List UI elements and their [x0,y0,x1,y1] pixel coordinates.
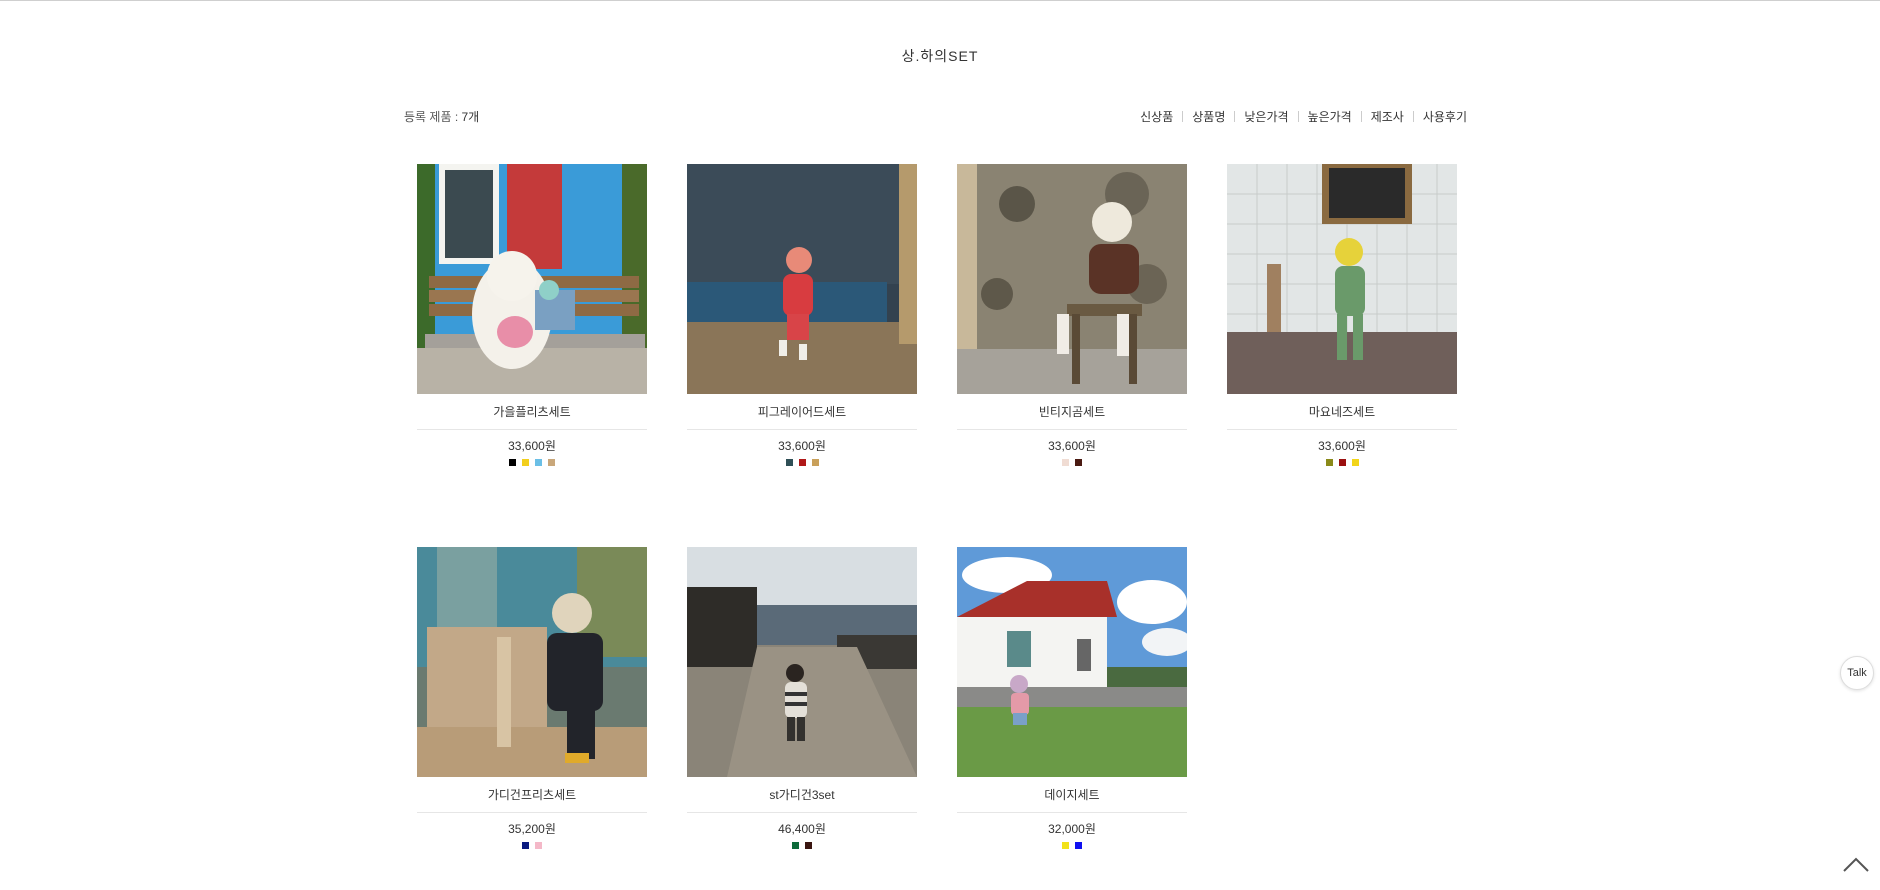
product-card[interactable]: st가디건3set 46,400원 [687,547,917,849]
product-image[interactable] [957,164,1187,394]
product-price: 35,200원 [508,822,556,836]
color-swatch [509,459,516,466]
product-price: 33,600원 [1318,439,1366,453]
sort-divider [1297,111,1299,122]
color-swatches [687,459,917,466]
color-swatch [535,459,542,466]
product-divider [417,429,647,430]
color-swatch [785,459,793,466]
color-swatch [535,842,542,849]
product-card[interactable]: 빈티지곰세트 33,600원 [957,164,1187,466]
sort-options: 신상품 상품명 낮은가격 높은가격 제조사 사용후기 [1140,108,1467,125]
product-card[interactable]: 피그레이어드세트 33,600원 [687,164,917,466]
talk-chat-button[interactable]: Talk [1840,656,1874,690]
product-price: 33,600원 [508,439,556,453]
product-card[interactable]: 마요네즈세트 33,600원 [1227,164,1457,466]
product-name[interactable]: 피그레이어드세트 [687,404,917,420]
sort-divider [1360,111,1362,122]
color-swatches [1227,459,1457,466]
product-count-label: 등록 제품 : [404,110,462,124]
product-image[interactable] [687,164,917,394]
product-divider [957,812,1187,813]
color-swatches [417,459,647,466]
product-price: 33,600원 [1048,439,1096,453]
sort-divider [1234,111,1236,122]
color-swatch [805,842,812,849]
product-divider [417,812,647,813]
product-image[interactable] [1227,164,1457,394]
sort-maker[interactable]: 제조사 [1371,108,1404,125]
product-name[interactable]: 빈티지곰세트 [957,404,1187,420]
color-swatch [1338,459,1346,466]
color-swatch [522,459,529,466]
color-swatch [798,459,806,466]
color-swatch [792,842,799,849]
sort-new[interactable]: 신상품 [1140,108,1173,125]
top-border [0,0,1880,1]
sort-high-price[interactable]: 높은가격 [1308,108,1352,125]
product-image[interactable] [687,547,917,777]
color-swatch [1062,459,1069,466]
product-name[interactable]: 데이지세트 [957,787,1187,803]
product-card[interactable]: 데이지세트 32,000원 [957,547,1187,849]
color-swatch [1325,459,1333,466]
color-swatch [548,459,555,466]
sort-divider [1182,111,1184,122]
color-swatch [1062,842,1069,849]
product-count-value: 7개 [461,110,480,124]
color-swatch [811,459,819,466]
color-swatch [1075,459,1082,466]
product-card[interactable]: 가을플리츠세트 33,600원 [417,164,647,466]
product-name[interactable]: 가을플리츠세트 [417,404,647,420]
color-swatch [1351,459,1359,466]
color-swatches [417,842,647,849]
product-divider [687,812,917,813]
product-name[interactable]: 마요네즈세트 [1227,404,1457,420]
product-image[interactable] [957,547,1187,777]
product-price: 46,400원 [778,822,826,836]
color-swatch [522,842,529,849]
color-swatch [1075,842,1082,849]
sort-divider [1412,111,1414,122]
color-swatches [687,842,917,849]
sort-reviews[interactable]: 사용후기 [1423,108,1467,125]
product-divider [957,429,1187,430]
product-image[interactable] [417,164,647,394]
sort-low-price[interactable]: 낮은가격 [1244,108,1288,125]
product-image[interactable] [417,547,647,777]
sort-name[interactable]: 상품명 [1192,108,1225,125]
product-divider [687,429,917,430]
page-title: 상.하의SET [901,48,979,64]
color-swatches [957,842,1187,849]
product-count: 등록 제품 : 7개 [404,108,479,125]
product-name[interactable]: 가디건프리츠세트 [417,787,647,803]
product-card[interactable]: 가디건프리츠세트 35,200원 [417,547,647,849]
product-price: 32,000원 [1048,822,1096,836]
product-divider [1227,429,1457,430]
chevron-up-icon[interactable] [1842,855,1870,875]
product-price: 33,600원 [778,439,826,453]
color-swatches [957,459,1187,466]
product-name[interactable]: st가디건3set [687,787,917,803]
